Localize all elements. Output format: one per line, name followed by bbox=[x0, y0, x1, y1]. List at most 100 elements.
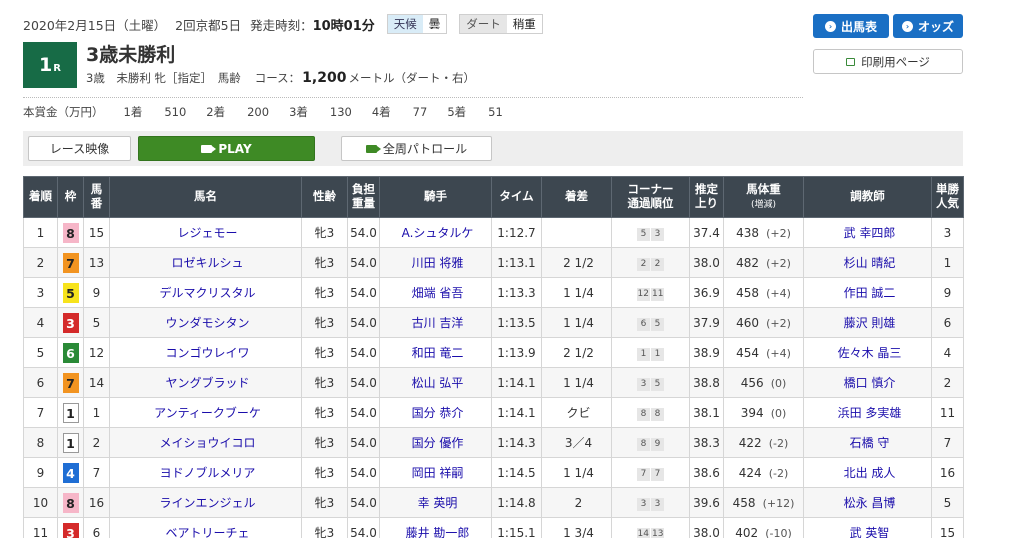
video-camera-icon bbox=[201, 144, 217, 153]
jockey-link[interactable]: 岡田 祥嗣 bbox=[412, 466, 464, 480]
jockey-link[interactable]: 松山 弘平 bbox=[412, 376, 464, 390]
finish-time: 1:14.1 bbox=[491, 367, 542, 398]
body-weight-cell: 482 (+2) bbox=[723, 247, 804, 278]
print-button[interactable]: 印刷用ページ bbox=[813, 49, 963, 74]
last-3f: 38.3 bbox=[689, 427, 724, 458]
jockey-link[interactable]: 和田 竜二 bbox=[412, 346, 464, 360]
corner-position: 8 bbox=[637, 437, 650, 451]
trainer-link[interactable]: 松永 昌博 bbox=[844, 496, 896, 510]
video-camera-icon bbox=[365, 144, 381, 153]
margin: クビ bbox=[541, 397, 612, 428]
patrol-button[interactable]: 全周パトロール bbox=[341, 136, 492, 161]
finish-position: 3 bbox=[23, 277, 58, 308]
horse-name-cell: アンティークブーケ bbox=[109, 397, 302, 428]
race-number-badge: 1R bbox=[23, 42, 77, 88]
trainer-link[interactable]: 武 幸四郎 bbox=[844, 226, 896, 240]
jockey-link[interactable]: 藤井 勘一郎 bbox=[406, 526, 470, 538]
horse-name-link[interactable]: デルマクリスタル bbox=[159, 286, 255, 300]
prize-value: 510 bbox=[164, 105, 187, 119]
printer-icon bbox=[846, 57, 856, 66]
trainer-cell: 杉山 晴紀 bbox=[803, 247, 932, 278]
jockey-link[interactable]: 川田 将雅 bbox=[412, 256, 464, 270]
play-button-label: PLAY bbox=[218, 141, 252, 156]
jockey-link[interactable]: 国分 恭介 bbox=[412, 406, 464, 420]
corner-positions: 65 bbox=[611, 307, 690, 338]
trainer-link[interactable]: 作田 誠二 bbox=[844, 286, 896, 300]
prize-value: 130 bbox=[329, 105, 352, 119]
body-weight-cell: 402 (-10) bbox=[723, 517, 804, 538]
horse-name-link[interactable]: ベアトリーチェ bbox=[165, 526, 249, 538]
horse-name-link[interactable]: ウンダモシタン bbox=[165, 316, 249, 330]
last-3f: 38.0 bbox=[689, 517, 724, 538]
horse-name-link[interactable]: レジェモー bbox=[177, 226, 237, 240]
horse-number: 1 bbox=[83, 397, 110, 428]
trainer-link[interactable]: 藤沢 則雄 bbox=[844, 316, 896, 330]
column-header-line1: タイム bbox=[499, 189, 534, 204]
corner-positions: 12 11 bbox=[611, 277, 690, 308]
trainer-link[interactable]: 橋口 慎介 bbox=[844, 376, 896, 390]
trainer-link[interactable]: 武 英智 bbox=[850, 526, 890, 538]
horse-name-cell: デルマクリスタル bbox=[109, 277, 302, 308]
results-table: 着順枠馬番馬名 性齢 負担 重量 騎手 タイム 着差 コーナー 通過順位 推定 上り 馬体重 (増減) 調… bbox=[23, 176, 964, 538]
finish-time: 1:13.1 bbox=[491, 247, 542, 278]
frame-cell: 6 bbox=[57, 337, 84, 368]
last-3f: 38.1 bbox=[689, 397, 724, 428]
race-video-label: レース映像 bbox=[28, 136, 131, 161]
body-weight-diff: (+4) bbox=[766, 286, 791, 300]
horse-name-link[interactable]: ラインエンジェル bbox=[159, 496, 255, 510]
prize-value: 51 bbox=[488, 105, 503, 119]
entries-button-label: 出馬表 bbox=[840, 19, 877, 34]
trainer-link[interactable]: 佐々木 晶三 bbox=[838, 346, 902, 360]
sex-age: 牝3 bbox=[301, 277, 348, 308]
horse-name-link[interactable]: アンティークブーケ bbox=[154, 406, 261, 420]
horse-name-link[interactable]: メイショウイコロ bbox=[159, 436, 255, 450]
horse-name-link[interactable]: ロゼキルシュ bbox=[171, 256, 243, 270]
jockey-link[interactable]: 古川 吉洋 bbox=[412, 316, 464, 330]
jockey-link[interactable]: 畑端 省吾 bbox=[412, 286, 464, 300]
prize-money: 本賞金（万円） 1着 510 2着 200 3着 130 4着 77 5着 51 bbox=[23, 104, 523, 120]
body-weight-diff: (+2) bbox=[766, 316, 791, 330]
frame-number-badge: 8 bbox=[62, 222, 79, 243]
weight-carried: 54.0 bbox=[347, 277, 380, 308]
horse-number: 9 bbox=[83, 277, 110, 308]
entries-button[interactable]: › 出馬表 bbox=[813, 14, 889, 38]
track-condition: 稍重 bbox=[506, 15, 542, 33]
patrol-button-label: 全周パトロール bbox=[382, 142, 468, 156]
trainer-link[interactable]: 石橋 守 bbox=[850, 436, 890, 450]
column-header-line1: 推定 bbox=[695, 182, 718, 197]
race-info-line: 2020年2月15日（土曜） 2回京都5日 発走時刻： 10時01分 天候 曇 … bbox=[23, 14, 543, 34]
trainer-cell: 浜田 多実雄 bbox=[803, 397, 932, 428]
trainer-link[interactable]: 浜田 多実雄 bbox=[838, 406, 902, 420]
jockey-link[interactable]: A.シュタルケ bbox=[402, 226, 474, 240]
corner-position-group: 89 bbox=[637, 437, 664, 451]
body-weight-diff: (+2) bbox=[766, 226, 791, 240]
horse-name-link[interactable]: ヤングブラッド bbox=[165, 376, 249, 390]
course-label: コース： bbox=[254, 71, 301, 85]
column-header: 負担 重量 bbox=[347, 176, 380, 218]
column-header-line1: 調教師 bbox=[850, 189, 885, 204]
jockey-link[interactable]: 国分 優作 bbox=[412, 436, 464, 450]
weight-carried: 54.0 bbox=[347, 427, 380, 458]
body-weight-cell: 460 (+2) bbox=[723, 307, 804, 338]
corner-positions: 77 bbox=[611, 457, 690, 488]
finish-time: 1:13.9 bbox=[491, 337, 542, 368]
horse-name-link[interactable]: コンゴウレイワ bbox=[165, 346, 249, 360]
odds-button[interactable]: › オッズ bbox=[893, 14, 963, 38]
body-weight: 458 bbox=[736, 285, 759, 300]
prize-item: 4着 77 bbox=[372, 104, 427, 120]
jockey-cell: 幸 英明 bbox=[379, 487, 492, 518]
jockey-link[interactable]: 幸 英明 bbox=[418, 496, 458, 510]
corner-position-group: 12 11 bbox=[636, 287, 665, 301]
column-header-note: (増減) bbox=[750, 200, 777, 210]
play-button[interactable]: PLAY bbox=[138, 136, 315, 161]
horse-name-cell: ラインエンジェル bbox=[109, 487, 302, 518]
trainer-link[interactable]: 北出 成人 bbox=[844, 466, 896, 480]
frame-cell: 7 bbox=[57, 247, 84, 278]
trainer-link[interactable]: 杉山 晴紀 bbox=[844, 256, 896, 270]
horse-number: 16 bbox=[83, 487, 110, 518]
corner-position-group: 88 bbox=[637, 407, 664, 421]
weight-carried: 54.0 bbox=[347, 247, 380, 278]
horse-name-link[interactable]: ヨドノブルメリア bbox=[160, 466, 256, 480]
horse-name-cell: メイショウイコロ bbox=[109, 427, 302, 458]
horse-name-cell: ロゼキルシュ bbox=[109, 247, 302, 278]
